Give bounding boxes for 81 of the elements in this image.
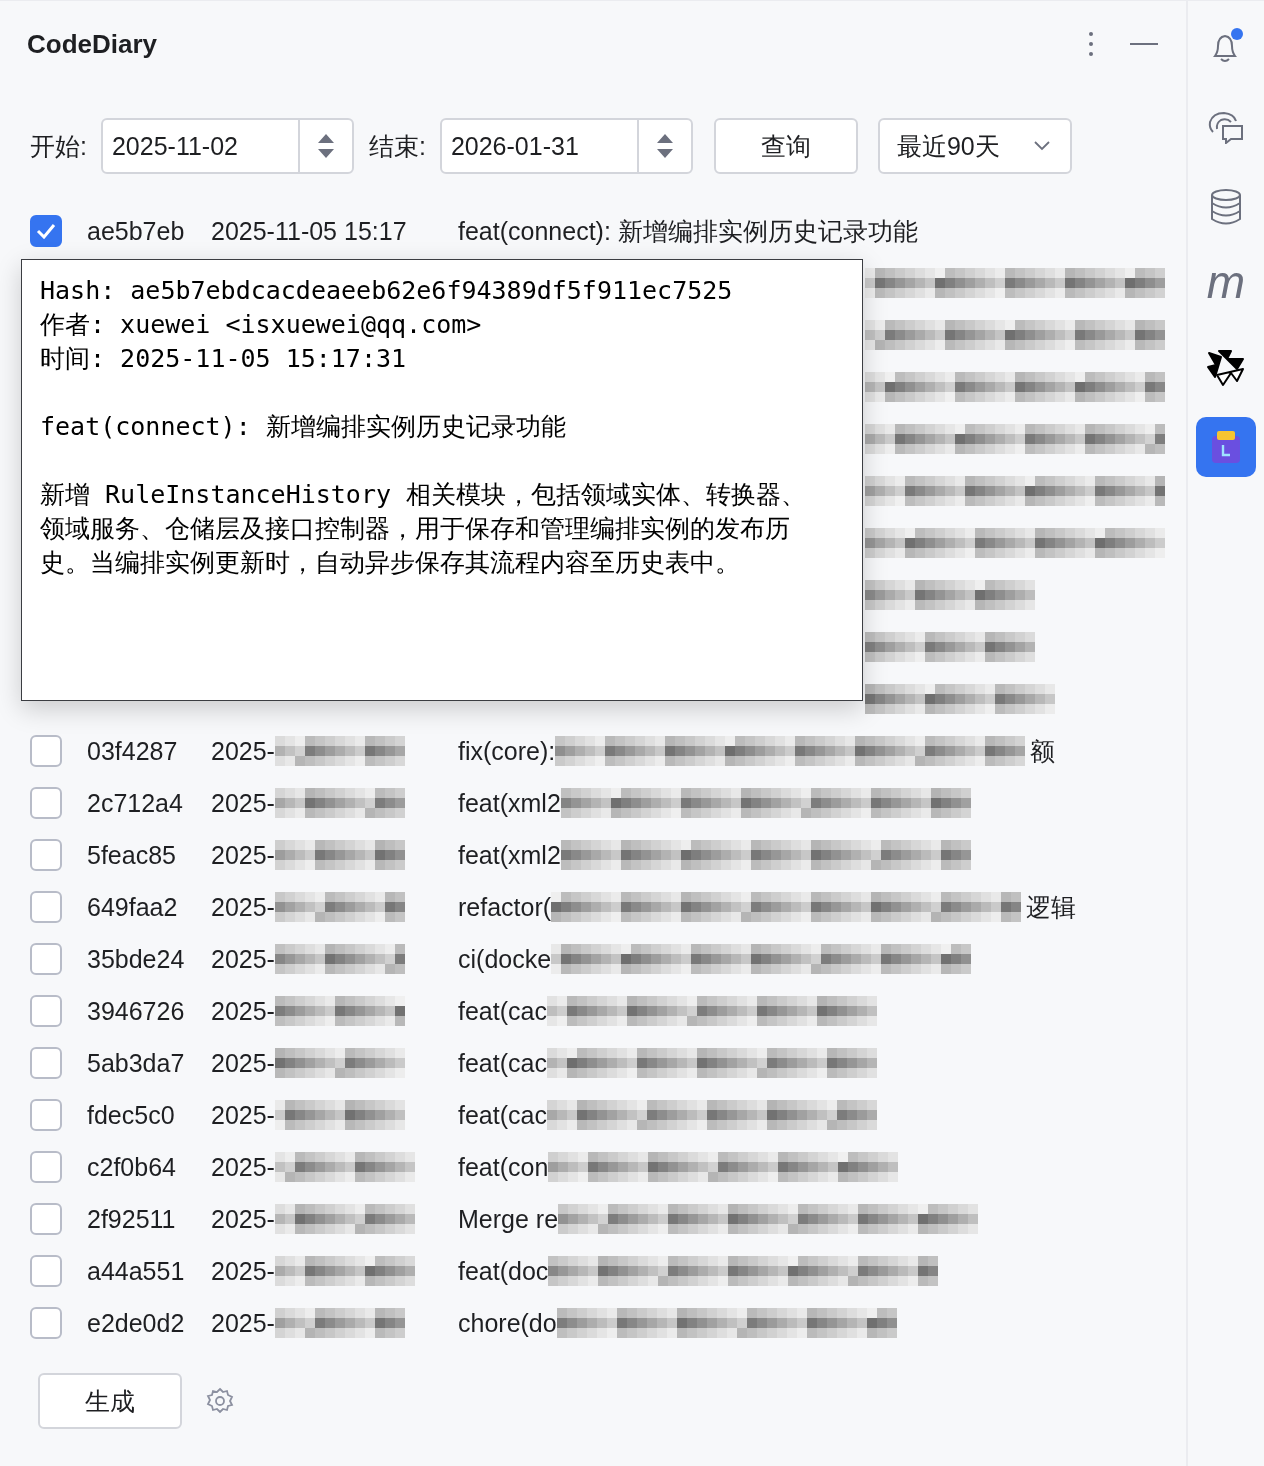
commit-date: 2025-: [211, 840, 275, 870]
commit-message: feat(doc: [458, 1256, 549, 1286]
commit-hash: 2f92511: [87, 1204, 177, 1234]
commit-checkbox[interactable]: [30, 215, 62, 247]
commit-message-end: 逻辑: [1026, 891, 1077, 923]
commit-message: feat(connect): 新增编排实例历史记录功能: [458, 215, 918, 247]
checkmark-icon: [36, 223, 56, 239]
settings-icon[interactable]: [206, 1387, 234, 1415]
start-label: 开始:: [30, 130, 87, 162]
commit-hash: 5feac85: [87, 840, 177, 870]
commit-checkbox[interactable]: [30, 891, 62, 923]
letter-tool-button[interactable]: m: [1196, 257, 1256, 317]
commit-date: 2025-: [211, 1100, 275, 1130]
minimize-icon[interactable]: [1130, 43, 1158, 45]
commit-message: feat(xml2: [458, 840, 561, 870]
commit-hash: a44a551: [87, 1256, 186, 1286]
commit-message: ci(docke: [458, 944, 552, 974]
end-label: 结束:: [368, 130, 426, 162]
commit-hash: e2de0d2: [87, 1308, 186, 1338]
commit-message: fix(core):: [458, 736, 556, 766]
commit-date: 2025-: [211, 944, 275, 974]
commit-checkbox[interactable]: [30, 1255, 62, 1287]
range-dropdown[interactable]: 最近90天: [877, 118, 1072, 174]
commit-body: 新增 RuleInstanceHistory 相关模块，包括领域实体、转换器、领域服务、仓储层及接口控制器，用于保存和管理编排实例的发布历史。当编排实例更新时，自动异步保存其流程内容至历史表中。: [40, 479, 808, 579]
commit-message: feat(cac: [458, 1100, 547, 1130]
commit-hash: 3946726: [87, 996, 186, 1026]
commit-message: feat(xml2: [458, 788, 561, 818]
commit-checkbox[interactable]: [30, 1047, 62, 1079]
commit-hash: 03f4287: [87, 736, 179, 766]
query-button[interactable]: 查询: [713, 118, 858, 174]
spinner-icon[interactable]: [316, 132, 335, 160]
commit-message: refactor(: [458, 892, 552, 922]
commit-subject: feat(connect): 新增编排实例历史记录功能: [40, 411, 567, 443]
start-date-field[interactable]: 2025-11-02: [100, 118, 354, 174]
commit-hash: 35bde24: [87, 944, 186, 974]
commit-checkbox[interactable]: [30, 839, 62, 871]
pinwheel-logo-icon: [1205, 347, 1247, 387]
commit-date: 2025-: [211, 1048, 275, 1078]
commit-message: feat(cac: [458, 996, 547, 1026]
commit-date: 2025-: [211, 892, 275, 922]
commit-checkbox[interactable]: [30, 1203, 62, 1235]
commit-checkbox[interactable]: [30, 1151, 62, 1183]
generate-button[interactable]: 生成: [38, 1373, 182, 1429]
commit-checkbox[interactable]: [30, 735, 62, 767]
commit-date: 2025-: [211, 736, 275, 766]
end-date-field[interactable]: 2026-01-31: [439, 118, 693, 174]
commit-checkbox[interactable]: [30, 943, 62, 975]
hash-line: Hash: ae5b7ebdcacdeaeeb62e6f94389df5f911ec7525: [40, 275, 734, 307]
commit-date: 2025-: [211, 1204, 275, 1234]
commit-hash: 2c712a4: [87, 788, 184, 818]
commit-hash: 649faa2: [87, 892, 179, 922]
calendar-tool-button[interactable]: [1196, 417, 1256, 477]
commit-hash: ae5b7eb: [87, 216, 186, 246]
database-icon: [1209, 188, 1243, 226]
commit-hash: 5ab3da7: [87, 1048, 186, 1078]
commit-date: 2025-: [211, 788, 275, 818]
panel-title: CodeDiary: [27, 28, 158, 60]
commit-message: feat(cac: [458, 1048, 547, 1078]
commit-message: feat(con: [458, 1152, 549, 1182]
commit-message: Merge re: [458, 1204, 559, 1234]
commit-checkbox[interactable]: [30, 1307, 62, 1339]
chevron-down-icon: [1033, 141, 1050, 151]
commit-hash: fdec5c0: [87, 1100, 176, 1130]
commit-message-end: 额: [1030, 735, 1056, 767]
commit-message: chore(do: [458, 1308, 557, 1338]
time-line: 时间: 2025-11-05 15:17:31: [40, 343, 408, 375]
author-line: 作者: xuewei <isxuewei@qq.com>: [40, 309, 483, 341]
spinner-icon[interactable]: [655, 132, 674, 160]
logo-letter: m: [1206, 259, 1246, 305]
commit-hash: c2f0b64: [87, 1152, 177, 1182]
calendar-icon: [1210, 429, 1242, 465]
commit-date: 2025-: [211, 1256, 275, 1286]
chat-icon: [1207, 110, 1245, 144]
more-options-icon[interactable]: [1088, 31, 1094, 57]
commit-checkbox[interactable]: [30, 787, 62, 819]
commit-checkbox[interactable]: [30, 1099, 62, 1131]
commit-date: 2025-: [211, 1152, 275, 1182]
commit-date: 2025-: [211, 1308, 275, 1338]
commit-date: 2025-: [211, 996, 275, 1026]
commit-date: 2025-11-05 15:17: [211, 216, 407, 246]
commit-checkbox[interactable]: [30, 995, 62, 1027]
